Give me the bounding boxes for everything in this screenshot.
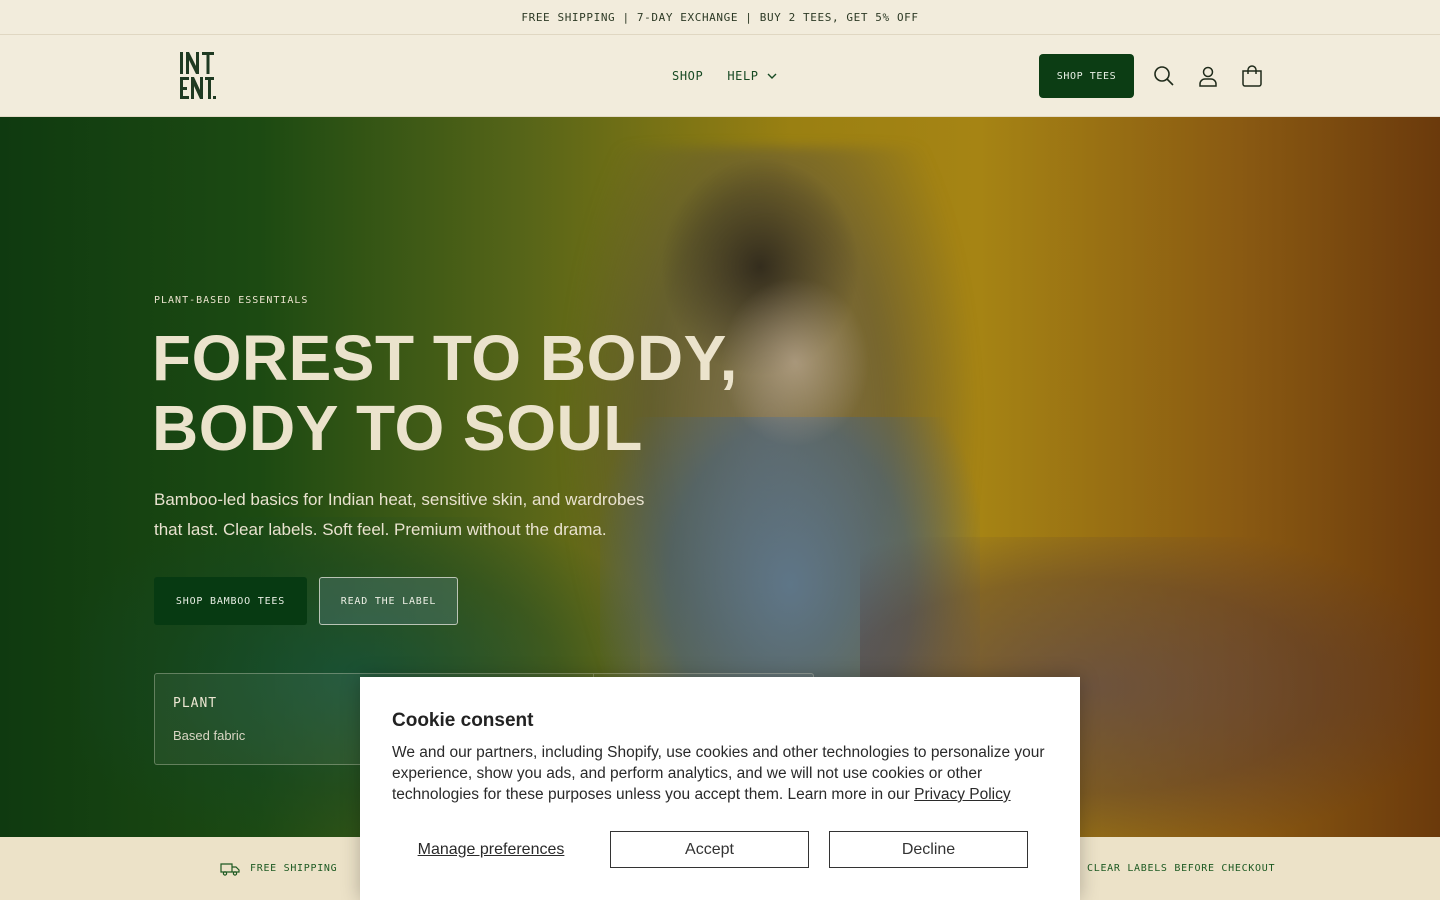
manage-preferences-button[interactable]: Manage preferences: [392, 831, 590, 868]
site-header: SHOP HELP SHOP TEES: [0, 35, 1440, 117]
cart-icon[interactable]: [1240, 64, 1264, 88]
announcement-bar: FREE SHIPPING | 7-DAY EXCHANGE | BUY 2 T…: [0, 0, 1440, 35]
announcement-text: FREE SHIPPING | 7-DAY EXCHANGE | BUY 2 T…: [521, 10, 919, 24]
feature-labels-label: CLEAR LABELS BEFORE CHECKOUT: [1087, 863, 1276, 874]
feature-shipping-label: FREE SHIPPING: [250, 863, 338, 874]
chevron-down-icon: [767, 73, 777, 79]
hero-eyebrow: PLANT-BASED ESSENTIALS: [154, 295, 309, 306]
logo[interactable]: [176, 51, 218, 101]
hero-headline: FOREST TO BODY, BODY TO SOUL: [152, 323, 738, 463]
nav-help-link[interactable]: HELP: [727, 69, 777, 83]
feature-labels: CLEAR LABELS BEFORE CHECKOUT: [1087, 837, 1275, 900]
accept-button[interactable]: Accept: [610, 831, 809, 868]
hero-background-face: [720, 277, 870, 447]
main-nav: SHOP HELP: [672, 35, 777, 117]
nav-help-label: HELP: [727, 69, 759, 83]
logo-mark: [180, 52, 216, 99]
search-icon[interactable]: [1152, 64, 1176, 88]
shop-tees-button[interactable]: SHOP TEES: [1039, 54, 1134, 98]
cookie-consent-dialog: Cookie consent We and our partners, incl…: [360, 677, 1080, 900]
decline-button[interactable]: Decline: [829, 831, 1028, 868]
nav-shop-label: SHOP: [672, 69, 704, 83]
stat-subtitle: Based fabric: [173, 728, 246, 743]
hero-subcopy: Bamboo-led basics for Indian heat, sensi…: [154, 490, 645, 539]
shop-bamboo-tees-button[interactable]: SHOP BAMBOO TEES: [154, 577, 307, 625]
feature-shipping: FREE SHIPPING: [220, 837, 337, 900]
nav-shop-link[interactable]: SHOP: [672, 69, 703, 83]
privacy-policy-link[interactable]: Privacy Policy: [914, 786, 1010, 803]
cookie-body: We and our partners, including Shopify, …: [392, 742, 1052, 805]
hero-headline-line-1: FOREST TO BODY,: [152, 322, 738, 394]
cookie-title: Cookie consent: [392, 710, 534, 731]
truck-icon: [220, 862, 240, 876]
hero-headline-line-2: BODY TO SOUL: [152, 392, 643, 464]
account-icon[interactable]: [1196, 64, 1220, 88]
stat-title: PLANT: [173, 696, 218, 711]
read-the-label-button[interactable]: READ THE LABEL: [319, 577, 458, 625]
